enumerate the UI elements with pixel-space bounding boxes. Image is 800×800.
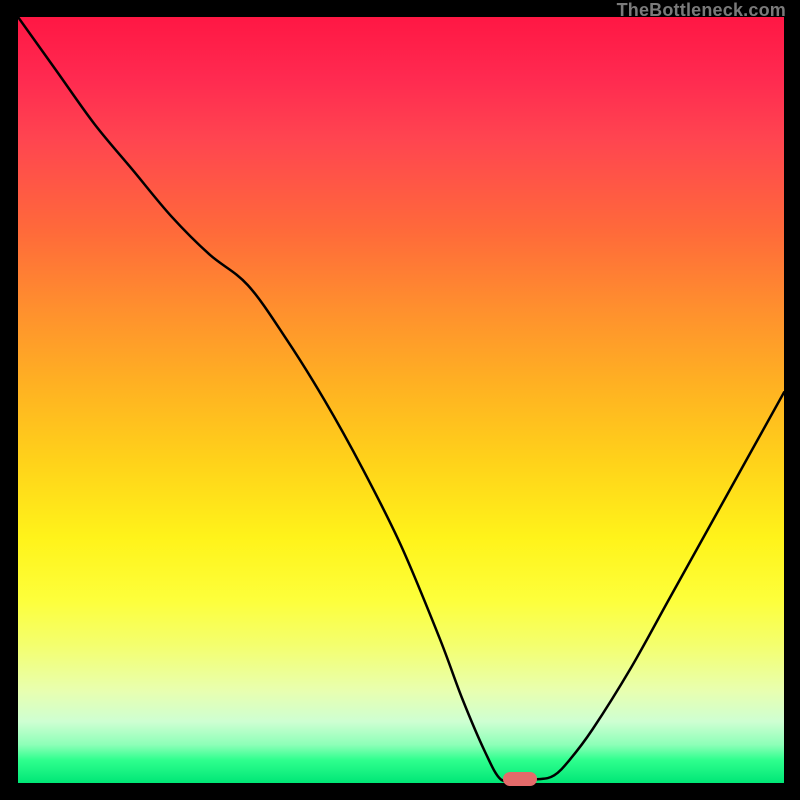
- curve-svg: [18, 17, 784, 783]
- chart-stage: TheBottleneck.com: [0, 0, 800, 800]
- plot-area: [18, 17, 784, 783]
- optimal-marker: [503, 772, 537, 786]
- bottleneck-curve: [18, 17, 784, 781]
